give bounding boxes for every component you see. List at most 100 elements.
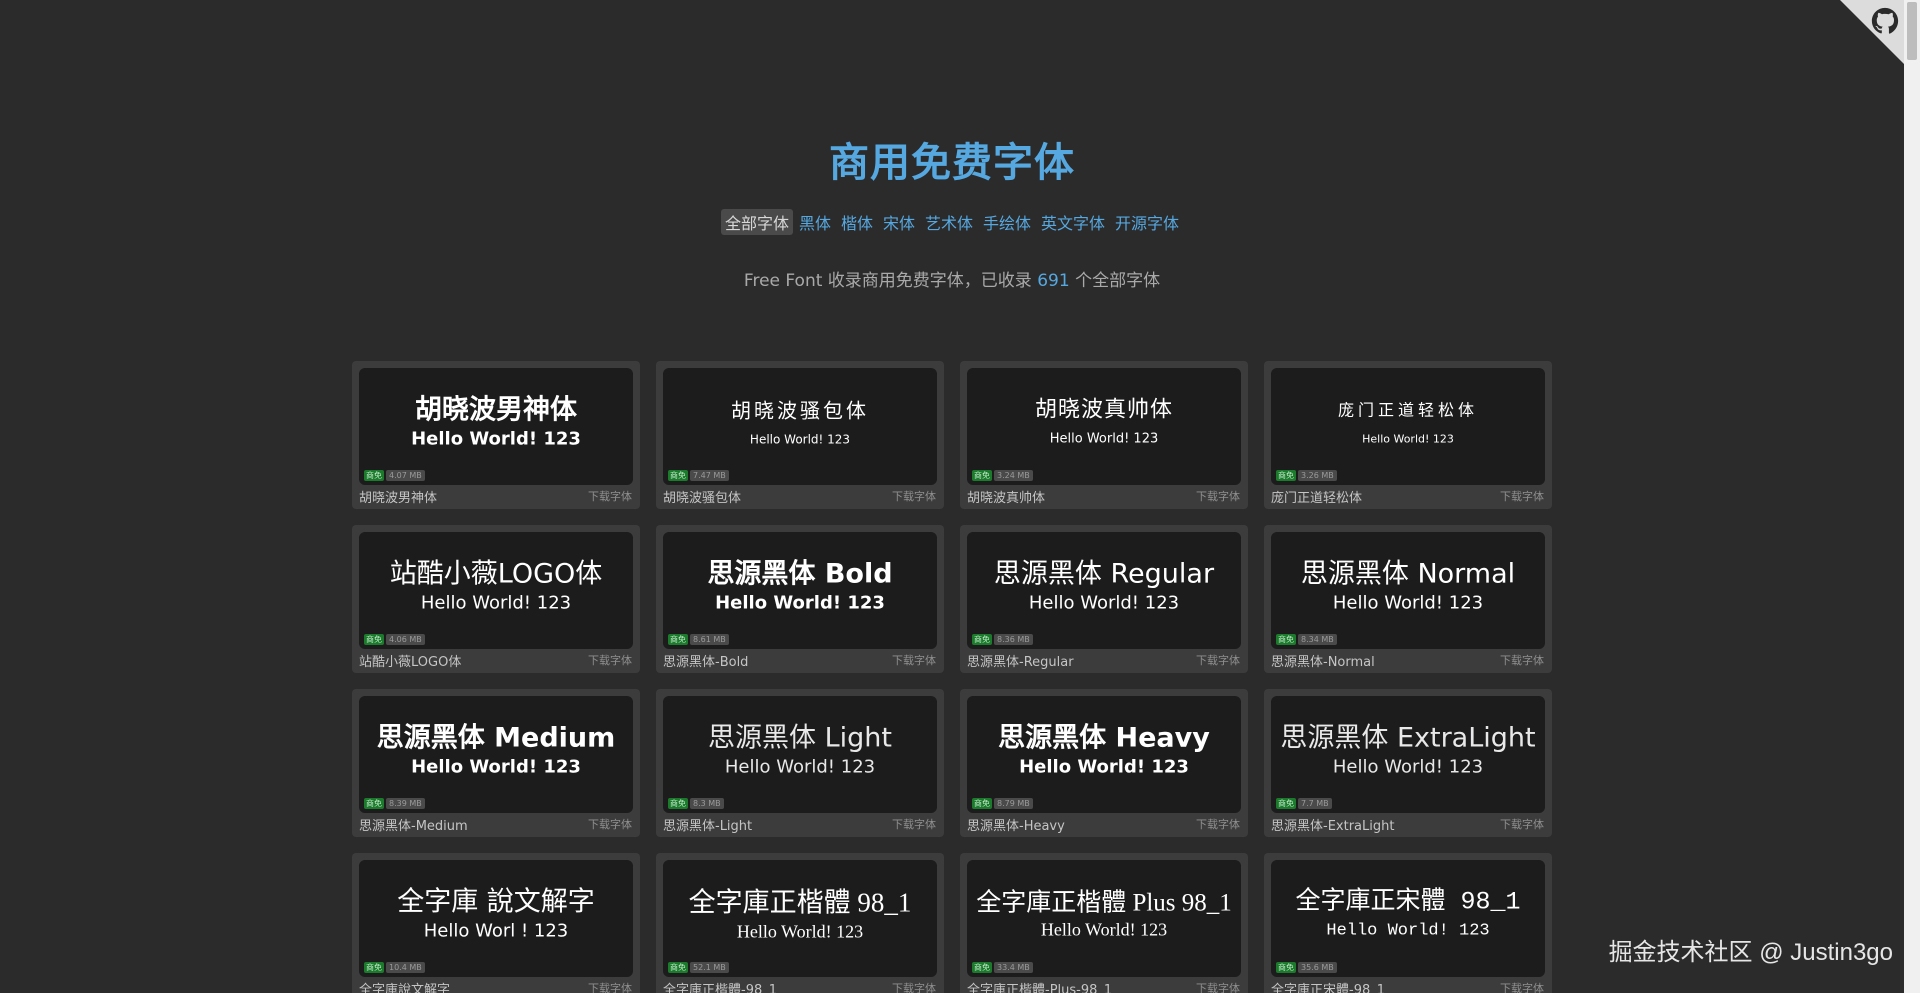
file-size-badge: 8.34 MB [1298,634,1337,645]
nav-item-3[interactable]: 宋体 [879,209,919,235]
preview-font-name: 全字庫正楷體 Plus 98_1 [976,888,1232,916]
font-preview[interactable]: 思源黑体 Regular Hello World! 123 商免 8.36 MB [967,532,1241,649]
font-preview[interactable]: 全字庫 說文解字 Hello Worl ! 123 商免 10.4 MB [359,860,633,977]
scrollbar-thumb[interactable] [1907,2,1917,60]
font-card[interactable]: 全字庫正楷體 Plus 98_1 Hello World! 123 商免 33.4 M… [960,853,1248,993]
file-size-badge: 4.07 MB [386,470,425,481]
free-commercial-badge: 商免 [1276,798,1296,809]
free-commercial-badge: 商免 [364,470,384,481]
github-corner-link[interactable] [1840,0,1904,64]
font-preview[interactable]: 胡晓波男神体 Hello World! 123 商免 4.07 MB [359,368,633,485]
download-font-link[interactable]: 下载字体 [892,816,936,832]
font-preview[interactable]: 胡晓波骚包体 Hello World! 123 商免 7.47 MB [663,368,937,485]
font-card[interactable]: 全字庫正宋體 98_1 Hello World! 123 商免 35.6 MB 全字庫正… [1264,853,1552,993]
free-commercial-badge: 商免 [1276,634,1296,645]
preview-sample-text: Hello World! 123 [749,432,851,447]
font-card[interactable]: 庞门正道轻松体 Hello World! 123 商免 3.26 MB 庞门正道轻松体下… [1264,361,1552,509]
download-font-link[interactable]: 下载字体 [1196,980,1240,993]
font-card[interactable]: 全字庫正楷體 98_1 Hello World! 123 商免 52.1 MB 全字庫正… [656,853,944,993]
preview-sample-text: Hello World! 123 [715,592,885,614]
download-font-link[interactable]: 下载字体 [892,652,936,668]
nav-item-2[interactable]: 楷体 [837,209,877,235]
preview-text-block: 思源黑体 Regular Hello World! 123 [967,558,1241,614]
page-title: 商用免费字体 [829,140,1075,186]
font-badges: 商免 3.26 MB [1276,470,1337,481]
font-badges: 商免 8.79 MB [972,798,1033,809]
free-commercial-badge: 商免 [364,798,384,809]
preview-text-block: 全字庫 說文解字 Hello Worl ! 123 [359,886,633,942]
preview-sample-text: Hello World! 123 [411,428,581,450]
font-badges: 商免 7.7 MB [1276,798,1332,809]
preview-text-block: 全字庫正宋體 98_1 Hello World! 123 [1271,886,1545,942]
preview-text-block: 胡晓波男神体 Hello World! 123 [359,394,633,450]
nav-item-5[interactable]: 手绘体 [979,209,1035,235]
download-font-link[interactable]: 下载字体 [588,816,632,832]
font-preview[interactable]: 思源黑体 Heavy Hello World! 123 商免 8.79 MB [967,696,1241,813]
nav-item-7[interactable]: 开源字体 [1111,209,1183,235]
download-font-link[interactable]: 下载字体 [1500,652,1544,668]
font-preview[interactable]: 站酷小薇LOGO体 Hello World! 123 商免 4.06 MB [359,532,633,649]
font-preview[interactable]: 思源黑体 Normal Hello World! 123 商免 8.34 MB [1271,532,1545,649]
free-commercial-badge: 商免 [972,470,992,481]
font-card[interactable]: 思源黑体 ExtraLight Hello World! 123 商免 7.7 MB 思… [1264,689,1552,837]
download-font-link[interactable]: 下载字体 [1196,652,1240,668]
font-card[interactable]: 胡晓波真帅体 Hello World! 123 商免 3.24 MB 胡晓波真帅体 下载字… [960,361,1248,509]
download-font-link[interactable]: 下载字体 [892,980,936,993]
font-count: 691 [1037,271,1070,291]
nav-item-1[interactable]: 黑体 [795,209,835,235]
preview-text-block: 站酷小薇LOGO体 Hello World! 123 [359,558,633,614]
download-font-link[interactable]: 下载字体 [588,488,632,504]
font-preview[interactable]: 全字庫正楷體 98_1 Hello World! 123 商免 52.1 MB [663,860,937,977]
file-size-badge: 7.7 MB [1298,798,1332,809]
nav-item-6[interactable]: 英文字体 [1037,209,1109,235]
font-preview[interactable]: 思源黑体 ExtraLight Hello World! 123 商免 7.7 MB [1271,696,1545,813]
font-card[interactable]: 思源黑体 Light Hello World! 123 商免 8.3 MB 思源黑体-L… [656,689,944,837]
nav-item-0[interactable]: 全部字体 [720,209,793,235]
font-name: 站酷小薇LOGO体 [359,655,462,670]
font-card[interactable]: 思源黑体 Heavy Hello World! 123 商免 8.79 MB 思源黑体-… [960,689,1248,837]
file-size-badge: 8.61 MB [690,634,729,645]
font-preview[interactable]: 思源黑体 Medium Hello World! 123 商免 8.39 MB [359,696,633,813]
font-badges: 商免 4.07 MB [364,470,425,481]
font-preview[interactable]: 思源黑体 Bold Hello World! 123 商免 8.61 MB [663,532,937,649]
font-preview[interactable]: 全字庫正楷體 Plus 98_1 Hello World! 123 商免 33.4 M… [967,860,1241,977]
preview-font-name: 思源黑体 Heavy [998,722,1210,754]
free-commercial-badge: 商免 [972,798,992,809]
font-card[interactable]: 胡晓波骚包体 Hello World! 123 商免 7.47 MB 胡晓波骚包体 下载字… [656,361,944,509]
download-font-link[interactable]: 下载字体 [892,488,936,504]
preview-text-block: 全字庫正楷體 98_1 Hello World! 123 [663,886,937,942]
font-card[interactable]: 思源黑体 Medium Hello World! 123 商免 8.39 MB 思源黑体… [352,689,640,837]
file-size-badge: 52.1 MB [690,962,729,973]
free-commercial-badge: 商免 [668,634,688,645]
font-card[interactable]: 思源黑体 Bold Hello World! 123 商免 8.61 MB 思源黑体-B… [656,525,944,673]
file-size-badge: 3.26 MB [1298,470,1337,481]
file-size-badge: 8.3 MB [690,798,724,809]
preview-text-block: 全字庫正楷體 Plus 98_1 Hello World! 123 [967,889,1241,940]
download-font-link[interactable]: 下载字体 [1500,816,1544,832]
file-size-badge: 8.36 MB [994,634,1033,645]
download-font-link[interactable]: 下载字体 [588,980,632,993]
font-card[interactable]: 思源黑体 Normal Hello World! 123 商免 8.34 MB 思源黑体… [1264,525,1552,673]
font-card[interactable]: 思源黑体 Regular Hello World! 123 商免 8.36 MB 思源黑… [960,525,1248,673]
font-card[interactable]: 站酷小薇LOGO体 Hello World! 123 商免 4.06 MB 站酷小薇LO… [352,525,640,673]
download-font-link[interactable]: 下载字体 [1196,816,1240,832]
download-font-link[interactable]: 下载字体 [1500,980,1544,993]
preview-sample-text: Hello Worl ! 123 [423,920,569,942]
free-commercial-badge: 商免 [972,962,992,973]
file-size-badge: 10.4 MB [386,962,425,973]
font-preview[interactable]: 全字庫正宋體 98_1 Hello World! 123 商免 35.6 MB [1271,860,1545,977]
font-card[interactable]: 胡晓波男神体 Hello World! 123 商免 4.07 MB 胡晓波男神体下载字… [352,361,640,509]
font-badges: 商免 52.1 MB [668,962,729,973]
page-scrollbar[interactable] [1904,0,1920,993]
font-preview[interactable]: 思源黑体 Light Hello World! 123 商免 8.3 MB [663,696,937,813]
watermark: 掘金技术社区 @ Justin3go [1608,939,1893,966]
font-card[interactable]: 全字庫 說文解字 Hello Worl ! 123 商免 10.4 MB 全字庫說文解字… [352,853,640,993]
font-preview[interactable]: 胡晓波真帅体 Hello World! 123 商免 3.24 MB [967,368,1241,485]
font-preview[interactable]: 庞门正道轻松体 Hello World! 123 商免 3.26 MB [1271,368,1545,485]
download-font-link[interactable]: 下载字体 [1500,488,1544,504]
download-font-link[interactable]: 下载字体 [588,652,632,668]
preview-font-name: 胡晓波男神体 [415,394,577,426]
nav-item-4[interactable]: 艺术体 [921,209,977,235]
github-octocat-icon [1871,7,1899,34]
download-font-link[interactable]: 下载字体 [1196,488,1240,504]
